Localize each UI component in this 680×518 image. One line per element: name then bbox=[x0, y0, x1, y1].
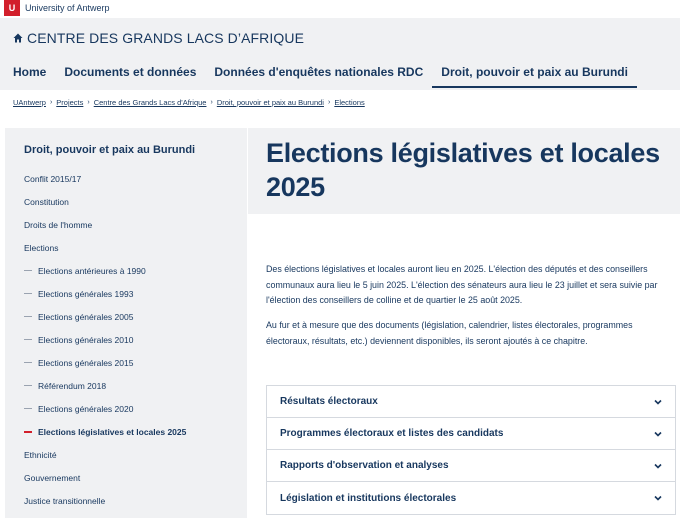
dash-icon bbox=[24, 362, 32, 363]
accordion-label: Résultats électoraux bbox=[280, 396, 378, 407]
university-logo[interactable]: U bbox=[4, 0, 20, 16]
accordion-item-resultats[interactable]: Résultats électoraux bbox=[267, 386, 675, 418]
sidebar-title[interactable]: Droit, pouvoir et paix au Burundi bbox=[24, 144, 195, 156]
sidebar-subitem[interactable]: Elections générales 2005 bbox=[5, 305, 247, 328]
sidebar-item[interactable]: Droits de l'homme bbox=[5, 213, 247, 236]
accordion-label: Législation et institutions électorales bbox=[280, 492, 457, 504]
dash-icon bbox=[24, 316, 32, 317]
breadcrumb-separator-icon: › bbox=[49, 99, 53, 106]
accordion-item-programmes[interactable]: Programmes électoraux et listes des cand… bbox=[267, 418, 675, 450]
chevron-down-icon bbox=[654, 399, 662, 405]
university-name[interactable]: University of Antwerp bbox=[25, 3, 110, 13]
nav-item-documents[interactable]: Documents et données bbox=[55, 58, 205, 88]
sidebar-subitem-current[interactable]: Elections législatives et locales 2025 bbox=[5, 420, 247, 443]
page-title: Elections législatives et locales 2025 bbox=[266, 138, 660, 202]
sidebar-subitem[interactable]: Elections générales 2015 bbox=[5, 351, 247, 374]
accordion-label: Programmes électoraux et listes des cand… bbox=[280, 428, 504, 439]
breadcrumb-link[interactable]: Centre des Grands Lacs d'Afrique bbox=[94, 98, 207, 107]
sidebar-subitem[interactable]: Elections antérieures à 1990 bbox=[5, 259, 247, 282]
breadcrumb-link[interactable]: Projects bbox=[56, 98, 83, 107]
site-header: CENTRE DES GRANDS LACS D’AFRIQUE Home Do… bbox=[0, 18, 680, 90]
sidebar-item[interactable]: Constitution bbox=[5, 190, 247, 213]
dash-icon bbox=[24, 385, 32, 386]
sidebar-subitem[interactable]: Elections générales 2020 bbox=[5, 397, 247, 420]
dash-icon bbox=[24, 408, 32, 409]
breadcrumb-link[interactable]: UAntwerp bbox=[13, 98, 46, 107]
sidebar-subitem[interactable]: Elections générales 1993 bbox=[5, 282, 247, 305]
sidebar-subitem[interactable]: Elections générales 2010 bbox=[5, 328, 247, 351]
sidebar-item[interactable]: Conflit 2015/17 bbox=[5, 167, 247, 190]
sidebar-item[interactable]: Ethnicité bbox=[5, 443, 247, 466]
breadcrumb-link[interactable]: Elections bbox=[334, 98, 364, 107]
info-paragraph: Au fur et à mesure que des documents (lé… bbox=[266, 320, 633, 346]
site-title-text: CENTRE DES GRANDS LACS D’AFRIQUE bbox=[27, 30, 305, 46]
page-heading-box: Elections législatives et locales 2025 bbox=[248, 128, 680, 214]
sidebar-item[interactable]: Justice transitionnelle bbox=[5, 489, 247, 512]
sidebar: Droit, pouvoir et paix au Burundi Confli… bbox=[5, 128, 247, 518]
breadcrumb-separator-icon: › bbox=[87, 99, 90, 106]
site-title[interactable]: CENTRE DES GRANDS LACS D’AFRIQUE bbox=[13, 30, 304, 46]
breadcrumb-separator-icon: › bbox=[327, 99, 331, 106]
nav-item-burundi[interactable]: Droit, pouvoir et paix au Burundi bbox=[432, 58, 637, 88]
nav-item-enquetes[interactable]: Données d'enquêtes nationales RDC bbox=[205, 58, 432, 88]
breadcrumb: UAntwerp › Projects › Centre des Grands … bbox=[13, 98, 365, 107]
sidebar-subitem[interactable]: Référendum 2018 bbox=[5, 374, 247, 397]
main-nav: Home Documents et données Données d'enqu… bbox=[0, 58, 637, 88]
breadcrumb-link[interactable]: Droit, pouvoir et paix au Burundi bbox=[217, 98, 324, 107]
home-icon bbox=[13, 33, 23, 43]
sidebar-item[interactable]: Elections bbox=[5, 236, 247, 259]
accordion-item-legislation[interactable]: Législation et institutions électorales bbox=[267, 482, 675, 514]
sidebar-list: Conflit 2015/17 Constitution Droits de l… bbox=[5, 167, 247, 512]
dash-icon bbox=[24, 270, 32, 271]
active-marker-icon bbox=[24, 430, 32, 433]
nav-item-home[interactable]: Home bbox=[0, 58, 55, 88]
dash-icon bbox=[24, 339, 32, 340]
accordion-item-rapports[interactable]: Rapports d'observation et analyses bbox=[267, 450, 675, 482]
chevron-down-icon bbox=[654, 431, 662, 437]
chevron-down-icon bbox=[654, 463, 662, 469]
dash-icon bbox=[24, 293, 32, 294]
university-bar: U University of Antwerp bbox=[0, 0, 680, 16]
accordion: Résultats électoraux Programmes électora… bbox=[266, 385, 676, 515]
breadcrumb-separator-icon: › bbox=[210, 99, 213, 106]
sidebar-item[interactable]: Gouvernement bbox=[5, 466, 247, 489]
accordion-label: Rapports d'observation et analyses bbox=[280, 460, 449, 471]
chevron-down-icon bbox=[654, 495, 662, 501]
intro-paragraph: Des élections législatives et locales au… bbox=[266, 264, 658, 305]
